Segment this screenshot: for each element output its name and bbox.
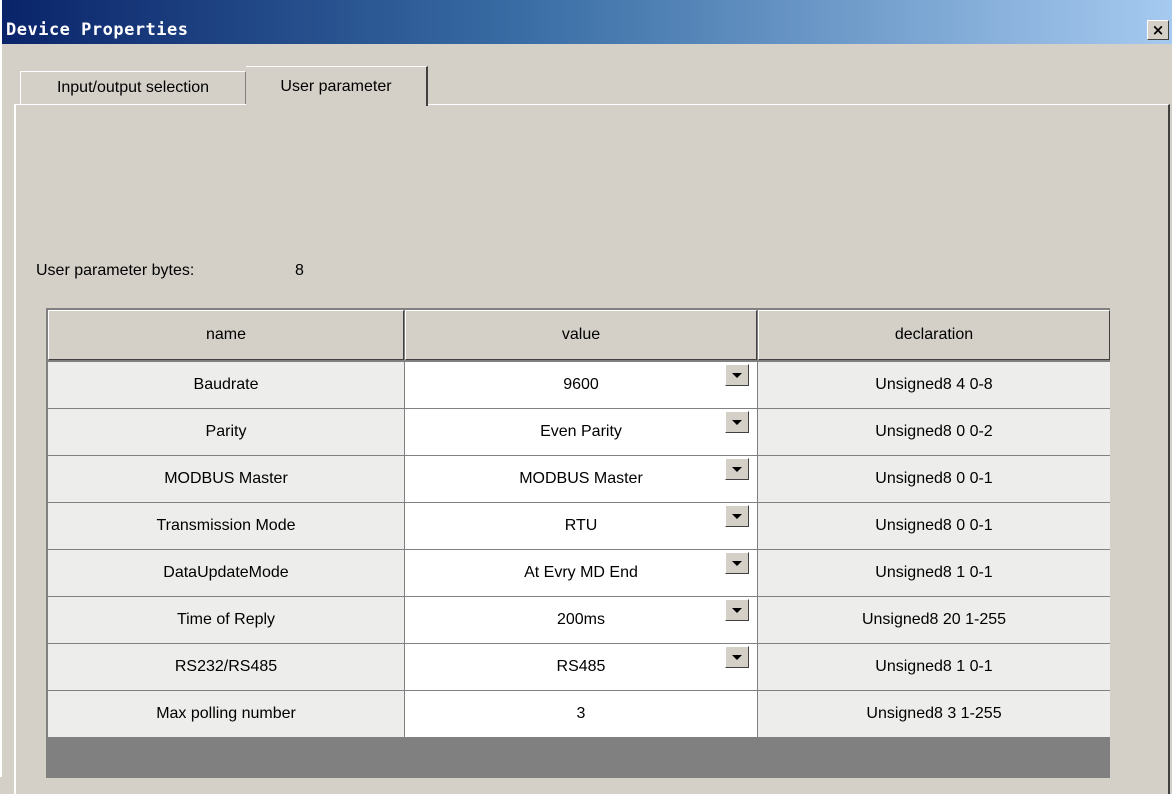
table-row: RS232/RS485 RS485 Unsigned8 1 0-1 <box>48 644 1110 691</box>
param-value-dropdown[interactable]: 9600 <box>405 362 757 408</box>
chevron-down-icon <box>732 466 742 472</box>
param-name-cell: Max polling number <box>48 691 404 737</box>
device-properties-window: Device Properties × Input/output selecti… <box>0 0 1172 794</box>
column-header-name[interactable]: name <box>48 310 404 360</box>
chevron-down-icon <box>732 419 742 425</box>
param-value-text: Even Parity <box>540 423 622 440</box>
param-declaration-cell: Unsigned8 3 1-255 <box>758 691 1110 737</box>
tab-label: Input/output selection <box>56 79 210 96</box>
param-value-text: MODBUS Master <box>519 470 643 487</box>
close-icon: × <box>1151 20 1165 39</box>
param-value-field[interactable]: 3 <box>405 691 757 737</box>
title-bar[interactable]: Device Properties × <box>2 0 1172 44</box>
chevron-down-icon <box>732 560 742 566</box>
param-value-text: At Evry MD End <box>524 564 638 581</box>
table-header-row: name value declaration <box>48 310 1110 360</box>
table-row: Max polling number 3 Unsigned8 3 1-255 <box>48 691 1110 738</box>
param-declaration-cell: Unsigned8 1 0-1 <box>758 644 1110 690</box>
table-row: MODBUS Master MODBUS Master Unsigned8 0 … <box>48 456 1110 503</box>
param-name-cell: MODBUS Master <box>48 456 404 502</box>
param-name-cell: RS232/RS485 <box>48 644 404 690</box>
param-name-cell: Transmission Mode <box>48 503 404 549</box>
param-declaration-cell: Unsigned8 1 0-1 <box>758 550 1110 596</box>
param-value-dropdown[interactable]: RS485 <box>405 644 757 690</box>
window-title: Device Properties <box>6 20 189 40</box>
tab-input-output-selection[interactable]: Input/output selection <box>20 71 246 104</box>
close-button[interactable]: × <box>1147 20 1169 40</box>
param-declaration-cell: Unsigned8 0 0-2 <box>758 409 1110 455</box>
chevron-down-icon <box>732 513 742 519</box>
param-value-text: 9600 <box>563 376 599 393</box>
chevron-down-icon <box>732 654 742 660</box>
param-value-dropdown[interactable]: RTU <box>405 503 757 549</box>
param-name-cell: Baudrate <box>48 362 404 408</box>
chevron-down-icon <box>732 372 742 378</box>
column-header-declaration[interactable]: declaration <box>758 310 1110 360</box>
tab-label: User parameter <box>280 77 392 95</box>
param-value-text: 3 <box>576 705 586 722</box>
table-empty-area <box>48 752 1110 778</box>
param-value-dropdown[interactable]: Even Parity <box>405 409 757 455</box>
dropdown-button[interactable] <box>725 505 749 527</box>
param-declaration-cell: Unsigned8 0 0-1 <box>758 503 1110 549</box>
param-value-dropdown[interactable]: 200ms <box>405 597 757 643</box>
param-name-cell: Time of Reply <box>48 597 404 643</box>
table-row: Transmission Mode RTU Unsigned8 0 0-1 <box>48 503 1110 550</box>
dropdown-button[interactable] <box>725 458 749 480</box>
dropdown-button[interactable] <box>725 646 749 668</box>
table-row: Baudrate 9600 Unsigned8 4 0-8 <box>48 362 1110 409</box>
chevron-down-icon <box>732 607 742 613</box>
param-value-text: 200ms <box>556 611 606 628</box>
dropdown-button[interactable] <box>725 599 749 621</box>
param-name-cell: Parity <box>48 409 404 455</box>
user-parameter-table: name value declaration Baudrate 9600 Uns… <box>46 308 1110 778</box>
param-value-text: RS485 <box>556 658 606 675</box>
param-value-dropdown[interactable]: MODBUS Master <box>405 456 757 502</box>
column-header-value[interactable]: value <box>405 310 757 360</box>
table-row: Time of Reply 200ms Unsigned8 20 1-255 <box>48 597 1110 644</box>
param-declaration-cell: Unsigned8 20 1-255 <box>758 597 1110 643</box>
param-value-text: RTU <box>564 517 598 534</box>
table-row: DataUpdateMode At Evry MD End Unsigned8 … <box>48 550 1110 597</box>
table-row: Parity Even Parity Unsigned8 0 0-2 <box>48 409 1110 456</box>
tab-user-parameter[interactable]: User parameter <box>246 66 428 106</box>
param-declaration-cell: Unsigned8 4 0-8 <box>758 362 1110 408</box>
dropdown-button[interactable] <box>725 364 749 386</box>
param-declaration-cell: Unsigned8 0 0-1 <box>758 456 1110 502</box>
param-value-dropdown[interactable]: At Evry MD End <box>405 550 757 596</box>
dropdown-button[interactable] <box>725 552 749 574</box>
param-name-cell: DataUpdateMode <box>48 550 404 596</box>
dropdown-button[interactable] <box>725 411 749 433</box>
